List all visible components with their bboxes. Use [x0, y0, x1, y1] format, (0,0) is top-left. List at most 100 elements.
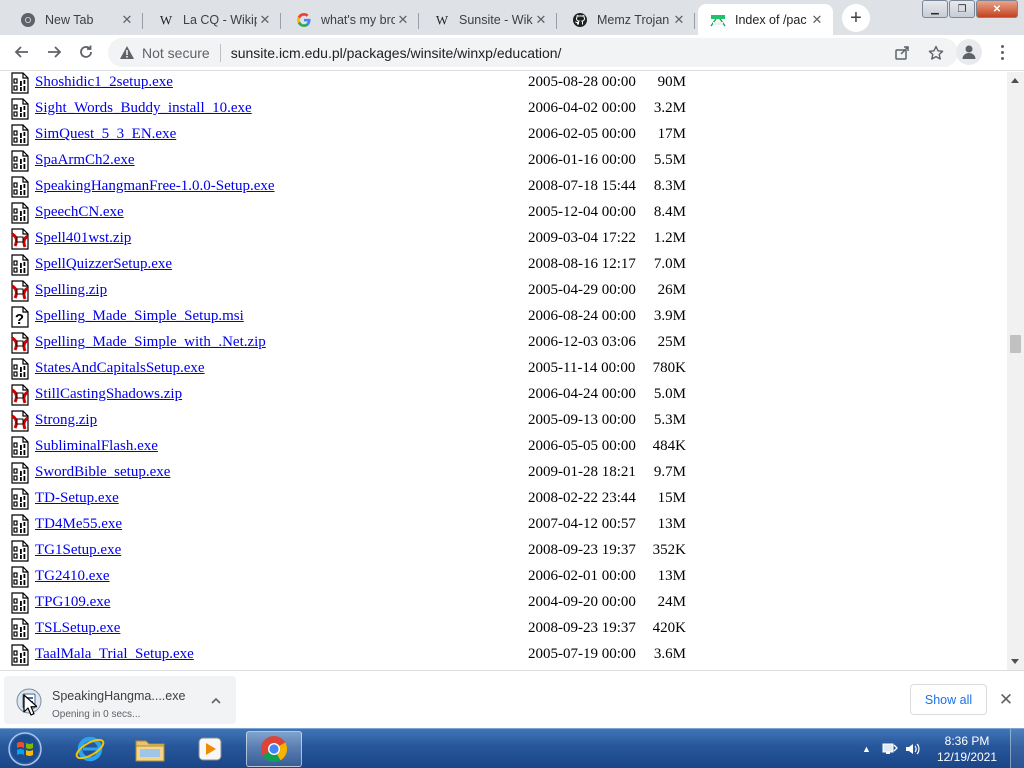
file-link[interactable]: Spelling.zip — [35, 282, 107, 299]
unknown-file-icon[interactable]: ? — [10, 306, 30, 328]
binary-file-icon[interactable] — [10, 618, 30, 640]
file-link[interactable]: Shoshidic1_2setup.exe — [35, 74, 173, 91]
file-link[interactable]: TSLSetup.exe — [35, 620, 120, 637]
download-item[interactable]: SpeakingHangma....exe Opening in 0 secs.… — [4, 676, 236, 724]
file-link[interactable]: StillCastingShadows.zip — [35, 386, 182, 403]
bookmark-star-icon[interactable] — [924, 41, 948, 65]
file-link[interactable]: SimQuest_5_3_EN.exe — [35, 126, 176, 143]
binary-file-icon[interactable] — [10, 592, 30, 614]
vertical-scrollbar[interactable] — [1007, 72, 1024, 670]
chevron-up-icon[interactable] — [209, 694, 223, 708]
scroll-down-arrow-icon[interactable] — [1011, 659, 1019, 664]
binary-file-icon[interactable] — [10, 254, 30, 276]
close-shelf-icon[interactable]: ✕ — [995, 689, 1017, 711]
warning-icon[interactable] — [118, 45, 136, 60]
tab-close-icon[interactable]: ✕ — [257, 12, 273, 28]
tab-close-icon[interactable]: ✕ — [809, 12, 825, 28]
back-button[interactable] — [8, 38, 36, 66]
file-link[interactable]: StatesAndCapitalsSetup.exe — [35, 360, 205, 377]
file-link[interactable]: TaalMala_Trial_Setup.exe — [35, 646, 194, 663]
binary-file-icon[interactable] — [10, 72, 30, 94]
tab-title: Memz Trojan — [597, 12, 670, 27]
scroll-up-arrow-icon[interactable] — [1011, 78, 1019, 83]
list-item: StatesAndCapitalsSetup.exe 2005-11-14 00:… — [0, 357, 1007, 383]
index-icon — [710, 12, 726, 28]
compressed-file-icon[interactable] — [10, 280, 30, 302]
file-date: 2006-02-01 00:00 — [528, 568, 636, 584]
file-link[interactable]: Sight_Words_Buddy_install_10.exe — [35, 100, 252, 117]
compressed-file-icon[interactable] — [10, 410, 30, 432]
tab-3[interactable]: what's my bro ✕ — [284, 4, 419, 35]
tab-close-icon[interactable]: ✕ — [395, 12, 411, 28]
network-icon[interactable] — [881, 740, 899, 758]
file-link[interactable]: SpaArmCh2.exe — [35, 152, 135, 169]
file-link[interactable]: SpeakingHangmanFree-1.0.0-Setup.exe — [35, 178, 275, 195]
file-link[interactable]: TD-Setup.exe — [35, 490, 119, 507]
new-tab-button[interactable]: + — [842, 4, 870, 32]
menu-dots-icon[interactable] — [992, 40, 1012, 64]
binary-file-icon[interactable] — [10, 644, 30, 666]
file-link[interactable]: SpeechCN.exe — [35, 204, 124, 221]
binary-file-icon[interactable] — [10, 488, 30, 510]
taskbar-clock[interactable]: 8:36 PM 12/19/2021 — [932, 733, 1002, 765]
list-item: Spelling.zip 2005-04-29 00:00 26M — [0, 279, 1007, 305]
volume-icon[interactable] — [903, 740, 921, 758]
file-size: 7.0M — [653, 256, 686, 272]
binary-file-icon[interactable] — [10, 436, 30, 458]
compressed-file-icon[interactable] — [10, 332, 30, 354]
file-link[interactable]: TD4Me55.exe — [35, 516, 122, 533]
file-link[interactable]: TPG109.exe — [35, 594, 110, 611]
file-link[interactable]: Strong.zip — [35, 412, 97, 429]
show-desktop-button[interactable] — [1010, 729, 1024, 768]
binary-file-icon[interactable] — [10, 462, 30, 484]
binary-file-icon[interactable] — [10, 176, 30, 198]
tab-1[interactable]: New Tab ✕ — [8, 4, 143, 35]
file-link[interactable]: SpellQuizzerSetup.exe — [35, 256, 172, 273]
taskbar-chrome-button[interactable] — [246, 731, 302, 767]
taskbar-media-player-button[interactable] — [182, 731, 238, 767]
tab-6[interactable]: Index of /pac ✕ — [698, 4, 833, 35]
file-link[interactable]: TG2410.exe — [35, 568, 110, 585]
profile-avatar[interactable] — [956, 39, 982, 65]
show-all-button[interactable]: Show all — [910, 684, 987, 715]
binary-file-icon[interactable] — [10, 358, 30, 380]
tab-close-icon[interactable]: ✕ — [671, 12, 687, 28]
binary-file-icon[interactable] — [10, 98, 30, 120]
binary-file-icon[interactable] — [10, 124, 30, 146]
scrollbar-thumb[interactable] — [1010, 334, 1021, 353]
tab-4[interactable]: W Sunsite - Wiki ✕ — [422, 4, 557, 35]
file-link[interactable]: SubliminalFlash.exe — [35, 438, 158, 455]
file-link[interactable]: SwordBible_setup.exe — [35, 464, 170, 481]
binary-file-icon[interactable] — [10, 202, 30, 224]
file-link[interactable]: Spell401wst.zip — [35, 230, 131, 247]
tab-close-icon[interactable]: ✕ — [533, 12, 549, 28]
maximize-button[interactable]: ❐ — [949, 0, 975, 18]
close-window-button[interactable]: ✕ — [976, 0, 1018, 18]
tray-expand-icon[interactable]: ▲ — [862, 744, 871, 754]
file-link[interactable]: TG1Setup.exe — [35, 542, 121, 559]
minimize-button[interactable]: ▁ — [922, 0, 948, 18]
taskbar-ie-button[interactable] — [62, 731, 118, 767]
binary-file-icon[interactable] — [10, 150, 30, 172]
forward-button[interactable] — [40, 38, 68, 66]
tab-close-icon[interactable]: ✕ — [119, 12, 135, 28]
list-item: TD-Setup.exe 2008-02-22 23:44 15M — [0, 487, 1007, 513]
compressed-file-icon[interactable] — [10, 228, 30, 250]
file-link[interactable]: Spelling_Made_Simple_Setup.msi — [35, 308, 244, 325]
reload-button[interactable] — [72, 38, 100, 66]
list-item: TaalMala_Trial_Setup.exe 2005-07-19 00:00… — [0, 643, 1007, 669]
binary-file-icon[interactable] — [10, 566, 30, 588]
start-button-icon[interactable] — [5, 730, 45, 768]
file-size: 3.9M — [653, 308, 686, 324]
compressed-file-icon[interactable] — [10, 384, 30, 406]
share-icon[interactable] — [890, 41, 914, 65]
taskbar-explorer-button[interactable] — [122, 731, 178, 767]
binary-file-icon[interactable] — [10, 514, 30, 536]
url-text[interactable]: sunsite.icm.edu.pl/packages/winsite/winx… — [231, 45, 562, 61]
file-link[interactable]: Spelling_Made_Simple_with_.Net.zip — [35, 334, 266, 351]
tab-2[interactable]: W La CQ - Wikip ✕ — [146, 4, 281, 35]
address-bar[interactable]: Not secure sunsite.icm.edu.pl/packages/w… — [108, 38, 958, 67]
security-label[interactable]: Not secure — [142, 45, 210, 61]
tab-5[interactable]: Memz Trojan ✕ — [560, 4, 695, 35]
binary-file-icon[interactable] — [10, 540, 30, 562]
